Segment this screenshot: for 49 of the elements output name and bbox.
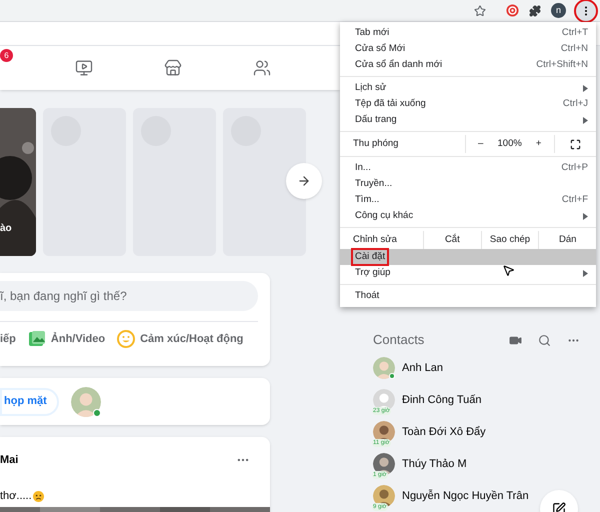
- menu-item[interactable]: Tệp đã tải xuống Ctrl+J: [340, 96, 596, 112]
- compose-icon: [552, 502, 566, 512]
- menu-item[interactable]: Cửa sổ Mới Ctrl+N: [340, 41, 596, 57]
- contact-name: Toàn Đới Xô Đẩy: [402, 424, 486, 440]
- contact-name: Thúy Thảo M: [402, 456, 467, 472]
- sad-face-icon: [32, 490, 44, 502]
- menu-item[interactable]: Truyền...: [340, 176, 596, 192]
- menu-button[interactable]: [576, 0, 596, 20]
- menu-item[interactable]: Công cụ khác: [340, 208, 596, 224]
- menu-item-label: Chỉnh sửa: [352, 232, 398, 247]
- post-author: Mai: [0, 453, 18, 468]
- search-icon[interactable]: [538, 334, 551, 346]
- menu-item[interactable]: Tìm... Ctrl+F: [340, 192, 596, 208]
- menu-item[interactable]: Tab mới Ctrl+T: [340, 25, 596, 41]
- extensions-icon[interactable]: [529, 4, 541, 16]
- composer-action[interactable]: Cảm xúc/Hoạt động: [117, 330, 244, 348]
- composer-action[interactable]: Ảnh/Video: [28, 330, 106, 348]
- photo-icon: [28, 330, 46, 348]
- mouse-cursor-icon: [502, 264, 515, 277]
- contact-name: Anh Lan: [402, 360, 443, 376]
- story-card[interactable]: ào: [0, 108, 36, 256]
- menu-item[interactable]: Lịch sử: [340, 80, 596, 96]
- contact-item[interactable]: Anh Lan: [373, 352, 580, 384]
- profile-avatar[interactable]: n: [551, 3, 566, 18]
- new-room-icon[interactable]: [509, 334, 522, 346]
- smiley-icon: [117, 330, 136, 348]
- menu-item[interactable]: Trợ giúp: [340, 265, 596, 281]
- zoom-out-button[interactable]: –: [466, 136, 496, 152]
- notification-badge: 6: [0, 49, 13, 62]
- groups-icon[interactable]: [253, 59, 271, 77]
- composer-action[interactable]: iếp: [0, 330, 16, 348]
- contacts-title: Contacts: [373, 331, 426, 350]
- contact-name: Nguyễn Ngọc Huyền Trân: [402, 488, 529, 504]
- post-text: thơ.....: [0, 489, 32, 504]
- target-icon[interactable]: [506, 4, 519, 17]
- menu-item[interactable]: Cửa sổ ẩn danh mới Ctrl+Shift+N: [340, 57, 596, 73]
- menu-item[interactable]: Cài đặt: [340, 249, 596, 265]
- video-icon[interactable]: [75, 59, 93, 77]
- menu-item-label: Thu phóng: [352, 136, 400, 151]
- menu-item[interactable]: Thoát: [340, 288, 596, 304]
- create-room-button[interactable]: họp mặt: [0, 388, 59, 416]
- menu-item[interactable]: In... Ctrl+P: [340, 160, 596, 176]
- menu-item[interactable]: Dấu trang: [340, 112, 596, 128]
- store-icon[interactable]: [164, 59, 182, 77]
- zoom-in-button[interactable]: +: [524, 136, 554, 152]
- zoom-level: 100%: [496, 136, 523, 151]
- bookmark-star-icon[interactable]: [474, 4, 486, 16]
- story-caption: ào: [0, 222, 12, 236]
- contact-name: Đinh Công Tuấn: [402, 392, 482, 408]
